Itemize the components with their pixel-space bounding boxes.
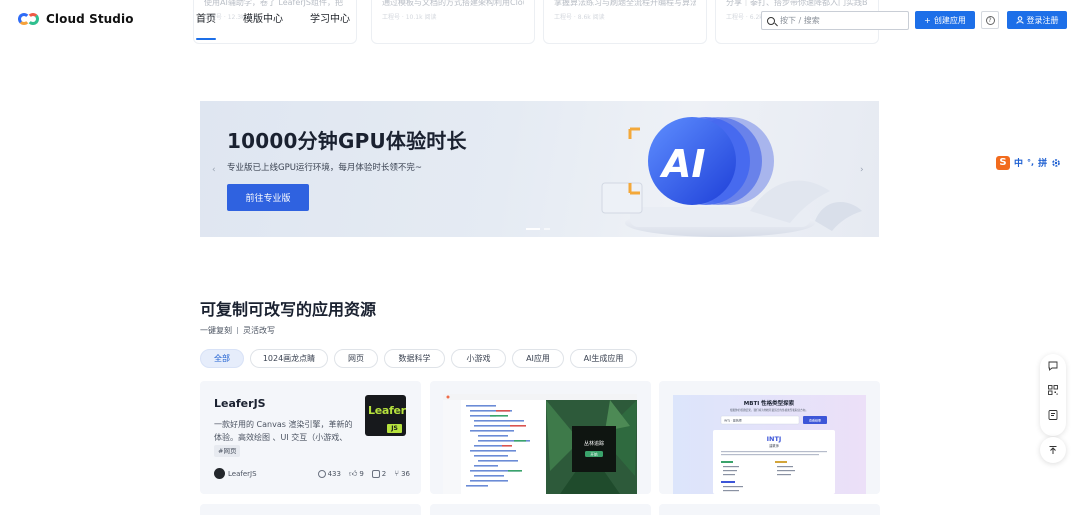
- banner-title: 10000分钟GPU体验时长: [227, 129, 467, 153]
- filter-mini-games[interactable]: 小游戏: [451, 349, 506, 368]
- mbti-button: 查看结果: [809, 417, 821, 422]
- filter-data-science[interactable]: 数据科学: [384, 349, 445, 368]
- app-card-partial[interactable]: [659, 504, 880, 515]
- card-footer: LeaferJS 433 👍︎ 9 2 ⑂ 36: [214, 468, 410, 479]
- create-app-button[interactable]: + 创建应用: [915, 11, 975, 29]
- views-count: 433: [327, 469, 341, 478]
- card-title: LeaferJS: [214, 397, 266, 410]
- divider: [237, 327, 238, 334]
- thumb-logo-text: Leafer: [368, 404, 406, 417]
- filter-chips: 全部 1024画龙点睛 网页 数据科学 小游戏 AI应用 AI生成应用: [200, 349, 637, 368]
- card-thumbnail: Leafer JS: [365, 395, 406, 436]
- input-method-toolbar[interactable]: S 中 °, 拼: [996, 154, 1061, 171]
- card-preview-image: 丛林追踪 开始: [443, 394, 637, 494]
- app-card-partial[interactable]: [200, 504, 421, 515]
- subtitle-edit: 灵活改写: [243, 326, 275, 335]
- card-tag[interactable]: #网页: [214, 445, 241, 457]
- filter-ai-apps[interactable]: AI应用: [512, 349, 564, 368]
- filter-web[interactable]: 网页: [334, 349, 378, 368]
- preview-overlay-title: 丛林追踪: [584, 440, 604, 447]
- feedback-icon[interactable]: [1047, 409, 1059, 421]
- back-to-top-button[interactable]: [1040, 437, 1066, 463]
- ai-illustration-icon: AI: [601, 117, 862, 237]
- carousel-dot[interactable]: [544, 228, 550, 230]
- main-nav: 首页 模版中心 学习中心: [196, 0, 377, 40]
- mbti-input-value: INTJ · 建筑师: [724, 417, 742, 422]
- section-subtitle: 一键复刻 灵活改写: [200, 325, 275, 336]
- go-pro-button[interactable]: 前往专业版: [227, 184, 309, 211]
- create-app-label: 创建应用: [933, 15, 966, 25]
- app-card[interactable]: MBTI 性格类型探索 根据你的答题结果，我们将为你推荐最适合的性格类型和职业方…: [659, 381, 880, 494]
- chat-icon[interactable]: [1047, 360, 1059, 372]
- comment-icon: [371, 469, 380, 478]
- thumbs-up-icon: 👍︎: [348, 468, 358, 478]
- ime-mode-label[interactable]: 中: [1014, 156, 1023, 169]
- nav-learning[interactable]: 学习中心: [310, 0, 350, 40]
- ime-pinyin-label[interactable]: 拼: [1038, 156, 1047, 169]
- filter-ai-generated[interactable]: AI生成应用: [570, 349, 637, 368]
- nav-templates[interactable]: 模版中心: [243, 0, 283, 40]
- banner-subtitle: 专业版已上线GPU运行环境，每月体验时长领不完~: [227, 163, 423, 173]
- floating-toolbar: [1040, 354, 1066, 436]
- question-icon: ?: [985, 15, 995, 25]
- brand-logo[interactable]: Cloud Studio: [18, 11, 134, 27]
- app-card-partial[interactable]: [430, 504, 651, 515]
- thumb-badge: JS: [387, 424, 402, 433]
- filter-1024[interactable]: 1024画龙点睛: [250, 349, 328, 368]
- search-input[interactable]: 按下 / 搜索: [761, 11, 909, 30]
- likes-stat[interactable]: 👍︎ 9: [349, 469, 364, 479]
- views-stat: 433: [317, 469, 341, 478]
- likes-count: 9: [359, 469, 364, 478]
- filter-all[interactable]: 全部: [200, 349, 244, 368]
- gear-icon[interactable]: [1051, 158, 1061, 168]
- carousel-prev-icon[interactable]: ‹: [212, 165, 216, 175]
- sogou-logo-icon[interactable]: S: [996, 155, 1010, 170]
- ime-punct-icon[interactable]: °,: [1027, 158, 1034, 167]
- app-card[interactable]: 丛林追踪 开始: [430, 381, 651, 494]
- app-card[interactable]: LeaferJS 一款好用的 Canvas 渲染引擎，革新的体验。高效绘图 、U…: [200, 381, 421, 494]
- art-text: AI: [659, 142, 706, 186]
- preview-overlay-button: 开始: [590, 452, 598, 457]
- search-icon: [767, 16, 775, 25]
- qrcode-icon[interactable]: [1047, 384, 1059, 396]
- comments-stat[interactable]: 2: [371, 469, 387, 478]
- eye-icon: [317, 469, 326, 478]
- mbti-result-name: 建筑师: [769, 443, 779, 448]
- mbti-subtitle: 根据你的答题结果，我们将为你推荐最适合的性格类型和职业方向。: [730, 408, 808, 412]
- comments-count: 2: [381, 469, 387, 478]
- cloud-studio-logo-icon: [18, 11, 40, 27]
- promo-banner[interactable]: 10000分钟GPU体验时长 专业版已上线GPU运行环境，每月体验时长领不完~ …: [200, 101, 879, 237]
- avatar: [214, 468, 225, 479]
- user-icon: [1015, 16, 1024, 24]
- nav-home[interactable]: 首页: [196, 0, 216, 40]
- login-button[interactable]: 登录注册: [1007, 11, 1067, 29]
- carousel-dot-active[interactable]: [526, 228, 540, 230]
- mbti-result-type: INTJ: [767, 435, 782, 443]
- forks-stat[interactable]: ⑂ 36: [394, 469, 410, 478]
- mbti-title: MBTI 性格类型探索: [744, 399, 795, 407]
- brand-name: Cloud Studio: [46, 12, 134, 26]
- forks-count: 36: [401, 469, 410, 478]
- help-button[interactable]: ?: [981, 11, 999, 29]
- card-preview-image: MBTI 性格类型探索 根据你的答题结果，我们将为你推荐最适合的性格类型和职业方…: [673, 395, 866, 494]
- subtitle-clone: 一键复刻: [200, 326, 232, 335]
- login-label: 登录注册: [1026, 15, 1059, 25]
- section-title: 可复制可改写的应用资源: [200, 300, 377, 319]
- card-author[interactable]: LeaferJS: [228, 470, 257, 478]
- search-placeholder: 按下 / 搜索: [780, 16, 820, 25]
- page: { "header": { "brand": "Cloud Studio", "…: [0, 0, 1080, 515]
- plus-icon: +: [924, 15, 931, 25]
- carousel-indicator[interactable]: [526, 228, 550, 230]
- top-header: Cloud Studio 首页 模版中心 学习中心 按下 / 搜索 + 创建应用…: [0, 0, 1080, 40]
- arrow-up-icon: [1049, 446, 1057, 454]
- fork-icon: ⑂: [394, 469, 400, 478]
